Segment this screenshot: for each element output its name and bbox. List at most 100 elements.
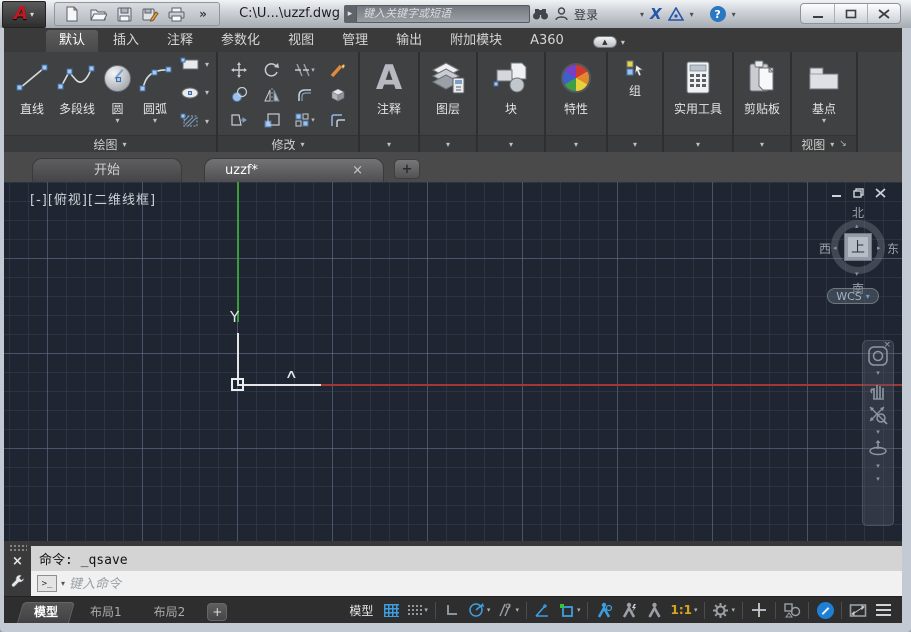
minimize-button[interactable] <box>801 4 834 23</box>
viewcube-east[interactable]: 东 <box>887 240 899 257</box>
search-binoculars-icon[interactable] <box>532 8 549 21</box>
rectangle-caret[interactable]: ▾ <box>205 60 209 69</box>
orbit-caret[interactable]: ▾ <box>876 463 880 469</box>
offset-button[interactable] <box>329 112 347 128</box>
help-icon[interactable]: ? <box>710 6 726 22</box>
stretch-button[interactable] <box>230 112 248 128</box>
draw-panel-title[interactable]: 绘图▾ <box>4 135 216 152</box>
arc-button[interactable]: 圆弧 ▾ <box>134 55 176 126</box>
annotation-scale-button[interactable] <box>643 600 665 621</box>
object-snap-button[interactable]: ▾ <box>557 600 583 621</box>
model-space-button[interactable]: 模型 <box>345 600 377 621</box>
ribbon-tab-home[interactable]: 默认 <box>46 30 98 52</box>
recent-commands-caret[interactable]: ▾ <box>61 579 65 588</box>
auto-annotation-scale-button[interactable] <box>618 600 640 621</box>
restore-button[interactable] <box>834 4 867 23</box>
layers-panel-title[interactable]: ▾ <box>420 135 476 152</box>
annotation-visibility-button[interactable] <box>593 600 615 621</box>
osnap-caret[interactable]: ▾ <box>577 606 581 614</box>
mirror-button[interactable] <box>263 87 281 103</box>
dock-grip-icon[interactable] <box>9 544 27 551</box>
ribbon-tab-insert[interactable]: 插入 <box>100 30 152 52</box>
layout-tab-layout2[interactable]: 布局2 <box>138 601 202 623</box>
scale-value-button[interactable]: 1:1▾ <box>668 600 699 621</box>
ribbon-tab-addins[interactable]: 附加模块 <box>437 30 515 52</box>
save-button[interactable] <box>113 4 135 24</box>
isolate-objects-button[interactable] <box>781 600 803 621</box>
base-dropdown-caret[interactable]: ▾ <box>822 118 826 124</box>
drawing-minimize-icon[interactable] <box>831 188 842 198</box>
workspace-switching-button[interactable]: ▾ <box>710 600 737 621</box>
sign-in-button[interactable]: 登录 <box>574 6 598 23</box>
properties-button[interactable]: 特性 <box>558 55 594 119</box>
hatch-caret[interactable]: ▾ <box>205 117 209 126</box>
array-button[interactable]: ▾ <box>294 112 315 128</box>
block-button[interactable]: 块 <box>488 55 534 119</box>
layers-button[interactable]: 图层 <box>426 55 470 119</box>
drawing-restore-icon[interactable] <box>853 188 864 198</box>
modify-panel-title[interactable]: 修改▾ <box>218 135 358 152</box>
viewcube[interactable]: 北 南 西 东 上 ▴ ▾ ◂ ▸ <box>819 204 899 296</box>
zoom-caret[interactable]: ▾ <box>876 429 880 435</box>
viewcube-west[interactable]: 西 <box>819 240 831 257</box>
customization-menu-button[interactable] <box>872 600 894 621</box>
utilities-button[interactable]: 实用工具 <box>671 55 725 119</box>
erase-button[interactable] <box>329 62 347 78</box>
viewport-controls-label[interactable]: [-][俯视][二维线框] <box>30 189 156 208</box>
explode-button[interactable] <box>329 87 347 103</box>
open-button[interactable] <box>87 4 109 24</box>
ribbon-tab-a360[interactable]: A360 <box>517 30 577 52</box>
zoom-icon[interactable] <box>867 404 889 426</box>
layout-tab-model[interactable]: 模型 <box>18 601 74 623</box>
plot-button[interactable] <box>165 4 187 24</box>
array-caret[interactable]: ▾ <box>311 116 315 124</box>
utilities-panel-title[interactable]: ▾ <box>664 135 732 152</box>
group-button[interactable]: 组 <box>621 55 649 101</box>
snap-caret[interactable]: ▾ <box>424 606 428 614</box>
save-as-button[interactable] <box>139 4 161 24</box>
a360-icon[interactable] <box>668 7 684 21</box>
ribbon-minimize-button[interactable]: ▲ <box>593 36 617 48</box>
file-tab-drawing[interactable]: uzzf* × <box>204 158 384 182</box>
infocenter-search-input[interactable] <box>356 5 530 23</box>
qat-more-button[interactable]: » <box>191 4 213 24</box>
file-tab-close-icon[interactable]: × <box>352 159 363 183</box>
sign-in-caret[interactable]: ▾ <box>640 10 644 19</box>
ribbon-tab-annotate[interactable]: 注释 <box>154 30 206 52</box>
isodraft-caret[interactable]: ▾ <box>515 606 519 614</box>
line-button[interactable]: 直线 <box>11 55 53 119</box>
navbar-more-caret[interactable]: ▾ <box>876 476 880 482</box>
navbar-close-icon[interactable]: × <box>883 340 891 350</box>
ortho-mode-button[interactable] <box>441 600 463 621</box>
ribbon-tab-view[interactable]: 视图 <box>275 30 327 52</box>
steering-wheel-caret[interactable]: ▾ <box>876 370 880 376</box>
new-layout-button[interactable]: + <box>207 603 227 621</box>
trim-button[interactable]: ▾ <box>294 62 315 78</box>
close-button[interactable] <box>867 4 900 23</box>
view-panel-title[interactable]: 视图 ▾ ↘ <box>792 135 856 152</box>
copy-button[interactable] <box>230 87 248 103</box>
new-drawing-tab-button[interactable]: + <box>394 159 420 179</box>
drawing-close-icon[interactable] <box>875 188 886 198</box>
move-button[interactable] <box>230 62 248 78</box>
annotation-monitor-button[interactable] <box>748 600 770 621</box>
clean-screen-button[interactable] <box>847 600 869 621</box>
annotate-button[interactable]: A 注释 <box>373 55 405 119</box>
a360-caret[interactable]: ▾ <box>690 10 694 19</box>
properties-panel-title[interactable]: ▾ <box>546 135 606 152</box>
ribbon-minimize-caret[interactable]: ▾ <box>621 38 625 47</box>
viewcube-north[interactable]: 北 <box>852 204 864 221</box>
hatch-icon[interactable] <box>180 113 202 129</box>
rectangle-icon[interactable] <box>180 57 202 72</box>
help-caret[interactable]: ▾ <box>732 10 736 19</box>
grid-display-button[interactable] <box>380 600 402 621</box>
layout-tab-layout1[interactable]: 布局1 <box>74 601 138 623</box>
search-go-button[interactable]: ▸ <box>344 5 356 23</box>
ribbon-tab-manage[interactable]: 管理 <box>329 30 381 52</box>
group-panel-title[interactable]: ▾ <box>608 135 662 152</box>
viewcube-top-face[interactable]: 上 <box>844 233 872 261</box>
workspace-caret[interactable]: ▾ <box>731 606 735 614</box>
command-input[interactable] <box>69 574 902 594</box>
scale-button[interactable] <box>263 112 281 128</box>
recent-commands-button[interactable]: >_ <box>37 575 57 592</box>
